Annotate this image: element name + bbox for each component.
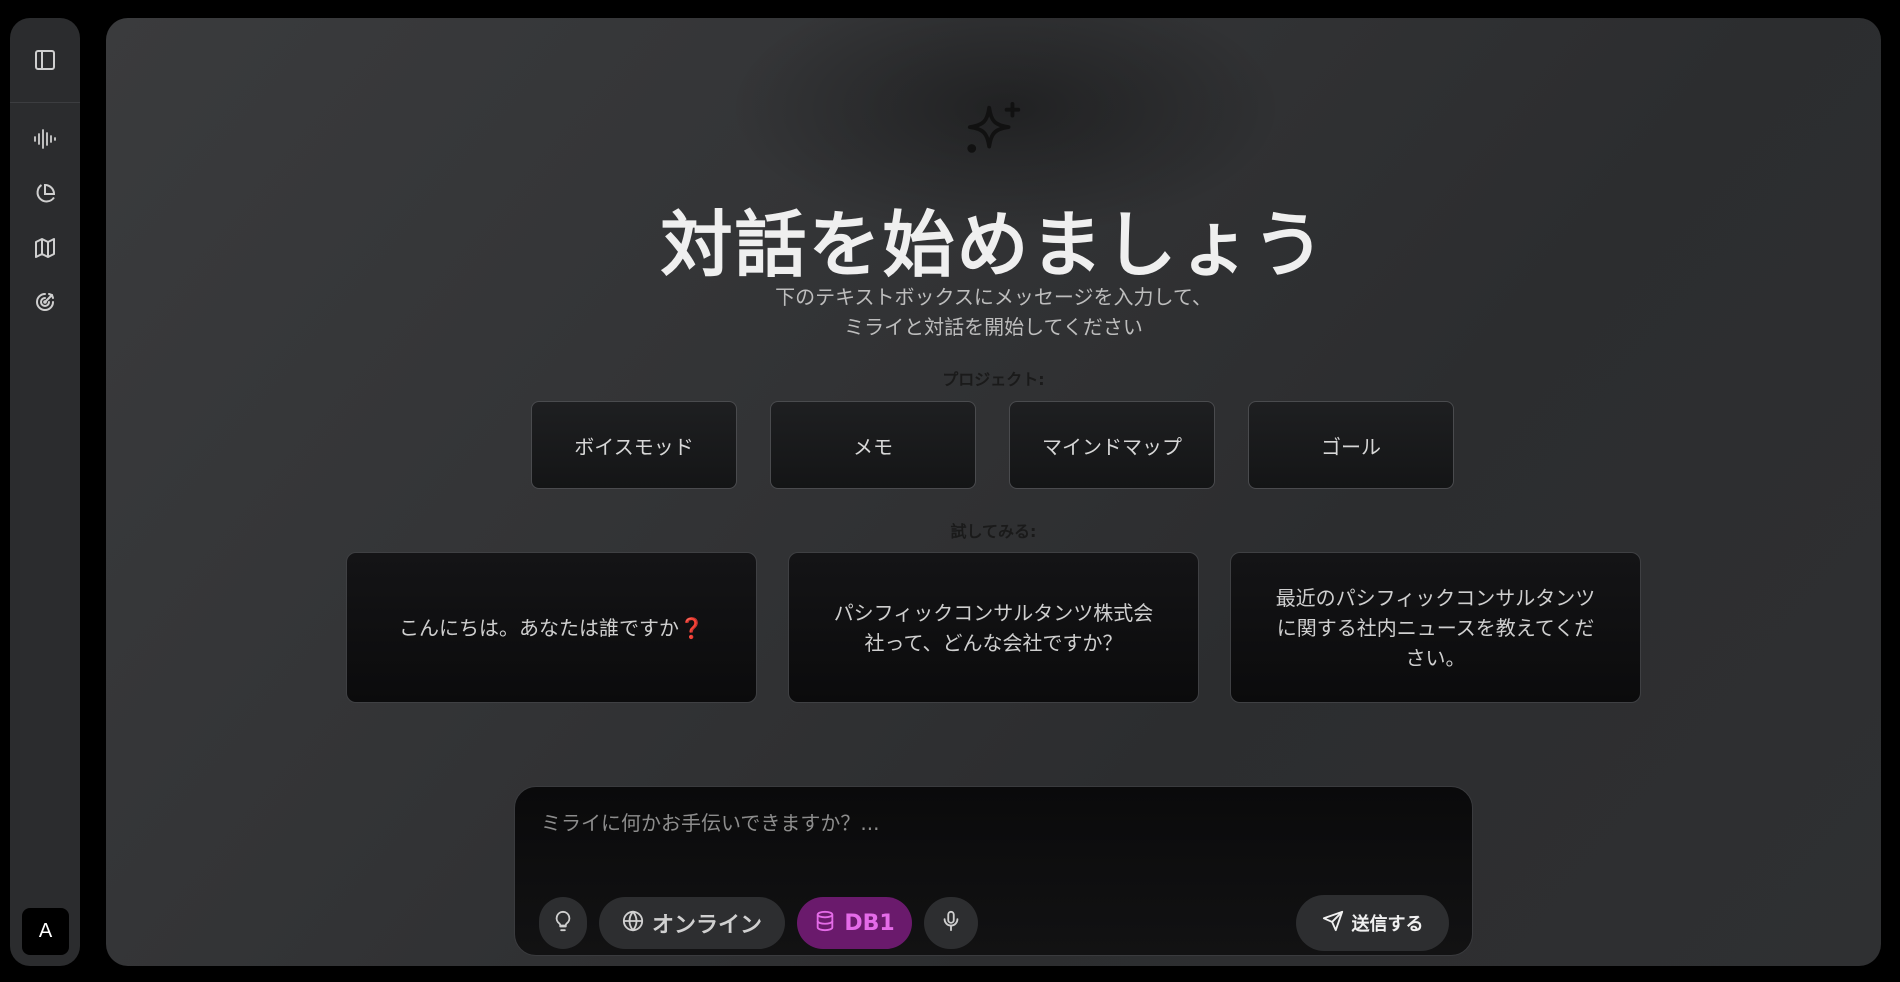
database-label: DB1: [844, 910, 895, 936]
send-label: 送信する: [1351, 914, 1424, 935]
suggestion-text: こんにちは。あなたは誰ですか: [399, 615, 680, 640]
suggestion-card[interactable]: パシフィックコンサルタンツ株式会社って、どんな会社ですか？: [788, 552, 1199, 703]
message-composer: オンライン DB1 送信する: [514, 786, 1473, 956]
page-subtitle: 下のテキストボックスにメッセージを入力して、 ミライと対話を開始してください: [106, 282, 1881, 342]
goal-target-icon[interactable]: [31, 288, 59, 316]
main-panel: 対話を始めましょう 下のテキストボックスにメッセージを入力して、 ミライと対話を…: [106, 18, 1881, 966]
message-input[interactable]: [539, 805, 1443, 841]
map-icon[interactable]: [31, 234, 59, 262]
suggestion-list: こんにちは。あなたは誰ですか❓ パシフィックコンサルタンツ株式会社って、どんな会…: [346, 552, 1641, 703]
avatar[interactable]: A: [22, 908, 69, 955]
voice-wave-icon[interactable]: [31, 125, 59, 153]
projects-label: プロジェクト:: [942, 370, 1045, 389]
sidebar: A: [10, 18, 80, 966]
database-select-button[interactable]: DB1: [797, 897, 912, 949]
sparkle-icon: [964, 100, 1026, 162]
page-title: 対話を始めましょう: [660, 203, 1327, 287]
suggestion-text: パシフィックコンサルタンツ株式会社って、どんな会社ですか？: [833, 600, 1154, 655]
send-icon: [1322, 910, 1344, 936]
microphone-button[interactable]: [924, 897, 978, 949]
lightbulb-icon: [552, 910, 574, 936]
online-label: オンライン: [651, 913, 762, 938]
project-card-mindmap[interactable]: マインドマップ: [1009, 401, 1215, 489]
try-label: 試してみる:: [950, 522, 1037, 541]
subtitle-line-2: ミライと対話を開始してください: [844, 315, 1143, 339]
panel-toggle-icon[interactable]: [31, 46, 59, 74]
globe-icon: [622, 910, 644, 936]
project-list: ボイスモッド メモ マインドマップ ゴール: [531, 401, 1454, 489]
project-card-memo[interactable]: メモ: [770, 401, 976, 489]
sidebar-divider: [10, 102, 80, 103]
question-emoji-icon: ❓: [679, 615, 704, 640]
subtitle-line-1: 下のテキストボックスにメッセージを入力して、: [775, 285, 1212, 309]
idea-button[interactable]: [539, 897, 587, 949]
microphone-icon: [940, 910, 962, 936]
project-card-voicemod[interactable]: ボイスモッド: [531, 401, 737, 489]
project-card-goal[interactable]: ゴール: [1248, 401, 1454, 489]
suggestion-card[interactable]: こんにちは。あなたは誰ですか❓: [346, 552, 757, 703]
pie-chart-icon[interactable]: [31, 180, 59, 208]
suggestion-card[interactable]: 最近のパシフィックコンサルタンツに関する社内ニュースを教えてください。: [1230, 552, 1641, 703]
send-button[interactable]: 送信する: [1296, 895, 1449, 951]
suggestion-text: 最近のパシフィックコンサルタンツに関する社内ニュースを教えてください。: [1275, 585, 1596, 670]
online-toggle-button[interactable]: オンライン: [599, 897, 785, 949]
database-icon: [814, 910, 836, 936]
